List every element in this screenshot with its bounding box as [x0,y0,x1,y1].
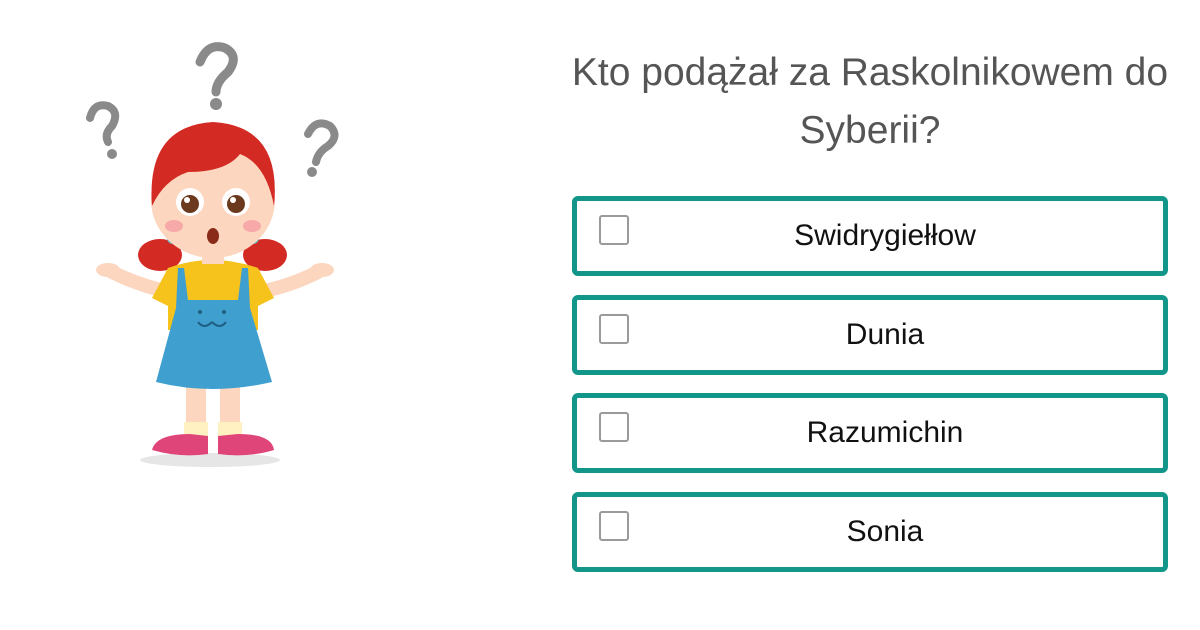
quiz-page: Kto podążał za Raskolnikowem do Syberii?… [0,0,1200,630]
answer-option-label: Swidrygiełłow [794,219,976,252]
answer-option[interactable]: Razumichin [572,393,1168,473]
question-mark-icon [304,119,339,166]
answer-option-label: Razumichin [806,416,964,449]
answer-option-label: Sonia [846,514,924,548]
question-mark-icon [195,42,238,97]
answer-option[interactable]: Dunia [572,294,1168,375]
question-mark-dot [107,149,117,159]
confused-girl-illustration [60,30,370,480]
question-text: Kto podążał za Raskolnikowem do Syberii? [571,51,1169,152]
question-mark-dot [307,167,317,177]
answer-options: Swidrygiełłow Dunia Razumichin Sonia [572,196,1168,590]
question-mark-dot [210,98,222,110]
answer-option-label: Dunia [845,317,925,351]
answer-option[interactable]: Swidrygiełłow [572,196,1168,276]
question-mark-icon [86,101,120,146]
answer-option[interactable]: Sonia [572,491,1168,572]
